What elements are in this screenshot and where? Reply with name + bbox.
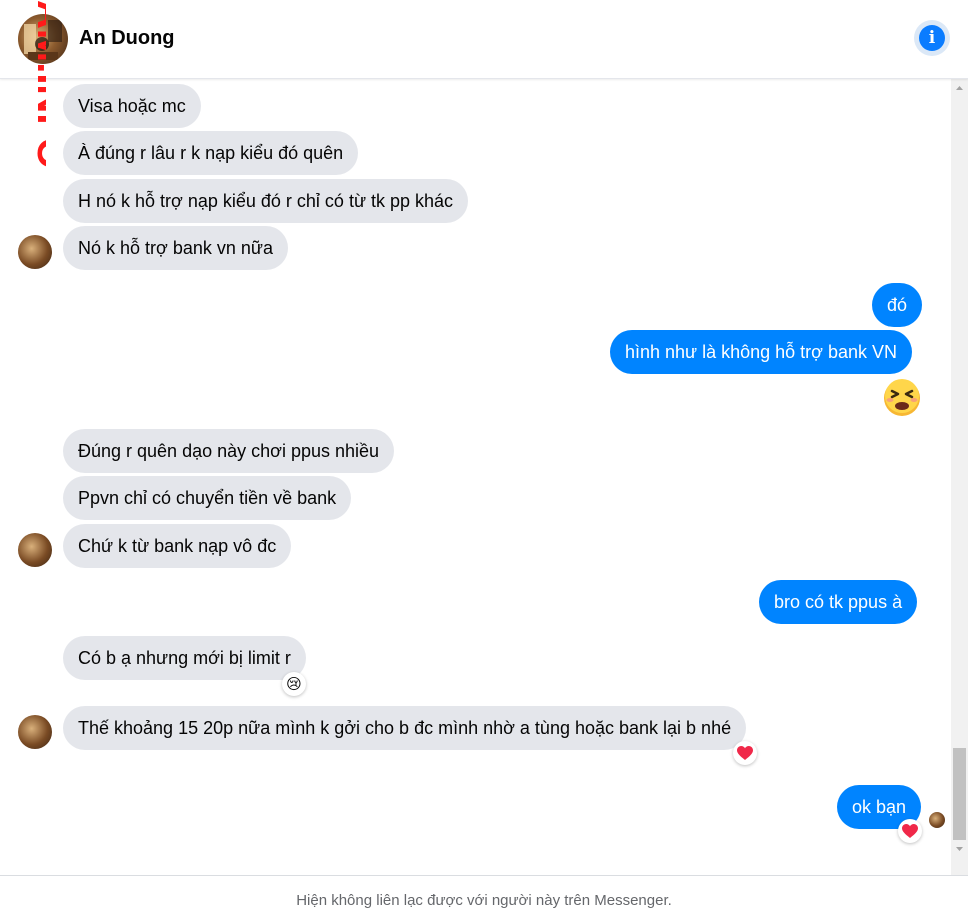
- unavailable-notice: Hiện không liên lạc được với người này t…: [296, 892, 672, 909]
- crying-reaction-icon[interactable]: 😢: [282, 672, 306, 696]
- contact-avatar[interactable]: [18, 14, 68, 64]
- message-bubble-incoming[interactable]: Ppvn chỉ có chuyển tiền về bank: [63, 476, 352, 520]
- seen-avatar: [929, 812, 945, 828]
- message-bubble-incoming[interactable]: Chứ k từ bank nạp vô đc: [63, 524, 292, 568]
- heart-reaction-icon[interactable]: [733, 741, 757, 765]
- message-bubble-incoming[interactable]: À đúng r lâu r k nạp kiểu đó quên: [63, 131, 359, 175]
- message-bubble-incoming[interactable]: Nó k hỗ trợ bank vn nữa: [63, 226, 288, 270]
- message-bubble-incoming[interactable]: Có b ạ nhưng mới bị limit r: [63, 636, 306, 680]
- heart-reaction-icon[interactable]: [898, 819, 922, 843]
- heart-icon: [902, 823, 918, 838]
- reaction-emoji: 😢: [286, 676, 302, 693]
- scroll-down-arrow-icon[interactable]: [951, 841, 968, 857]
- persevering-face-icon[interactable]: [883, 379, 921, 417]
- contact-name[interactable]: An Duong: [79, 27, 175, 50]
- message-bubble-incoming[interactable]: H nó k hỗ trợ nạp kiểu đó r chỉ có từ tk…: [63, 179, 469, 223]
- message-bubble-incoming[interactable]: Thế khoảng 15 20p nữa mình k gởi cho b đ…: [63, 706, 747, 750]
- info-icon: i: [919, 25, 945, 51]
- message-bubble-incoming[interactable]: Visa hoặc mc: [63, 84, 201, 128]
- message-bubble-outgoing[interactable]: hình như là không hỗ trợ bank VN: [610, 330, 913, 374]
- message-bubble-outgoing[interactable]: đó: [872, 283, 923, 327]
- heart-icon: [737, 745, 753, 760]
- chat-header: An Duong i: [0, 0, 968, 79]
- sender-avatar: [18, 533, 52, 567]
- scroll-up-arrow-icon[interactable]: [951, 80, 968, 96]
- avatar-photo-icon: [24, 20, 62, 60]
- message-bubble-incoming[interactable]: Đúng r quên dạo này chơi ppus nhiều: [63, 429, 395, 473]
- sender-avatar: [18, 235, 52, 269]
- info-button[interactable]: i: [914, 20, 950, 56]
- scrollbar-thumb[interactable]: [953, 748, 966, 840]
- composer-notice-bar: Hiện không liên lạc được với người này t…: [0, 875, 968, 921]
- sender-avatar: [18, 715, 52, 749]
- message-bubble-outgoing[interactable]: bro có tk ppus à: [759, 580, 918, 624]
